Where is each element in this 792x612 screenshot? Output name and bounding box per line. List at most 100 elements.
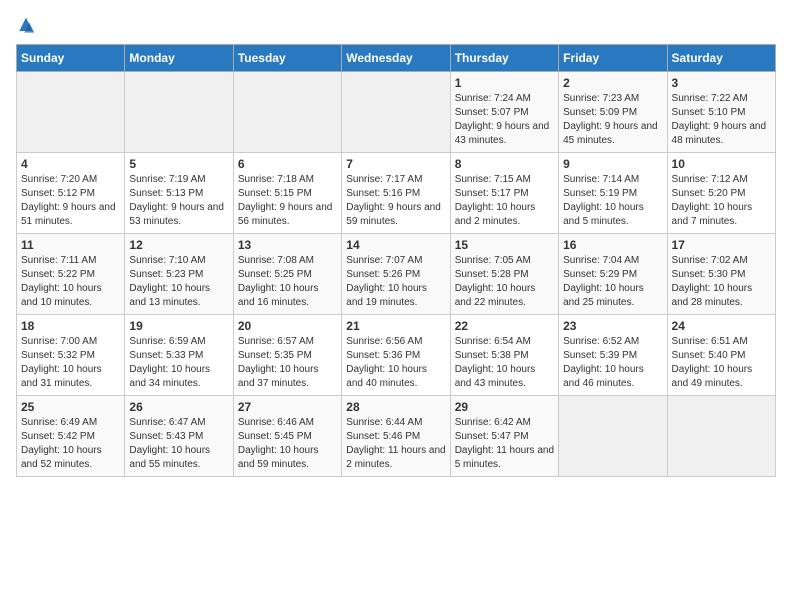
calendar-cell (17, 72, 125, 153)
calendar-week-row: 25 Sunrise: 6:49 AMSunset: 5:42 PMDayligh… (17, 396, 776, 477)
calendar-cell: 19 Sunrise: 6:59 AMSunset: 5:33 PMDayligh… (125, 315, 233, 396)
calendar-cell: 18 Sunrise: 7:00 AMSunset: 5:32 PMDayligh… (17, 315, 125, 396)
calendar-cell: 8 Sunrise: 7:15 AMSunset: 5:17 PMDaylight… (450, 153, 558, 234)
calendar-week-row: 1 Sunrise: 7:24 AMSunset: 5:07 PMDaylight… (17, 72, 776, 153)
day-number: 14 (346, 238, 445, 252)
day-number: 25 (21, 400, 120, 414)
calendar-cell: 17 Sunrise: 7:02 AMSunset: 5:30 PMDayligh… (667, 234, 775, 315)
day-info: Sunrise: 6:49 AMSunset: 5:42 PMDaylight:… (21, 416, 120, 472)
calendar-cell: 12 Sunrise: 7:10 AMSunset: 5:23 PMDayligh… (125, 234, 233, 315)
calendar-cell: 16 Sunrise: 7:04 AMSunset: 5:29 PMDayligh… (559, 234, 667, 315)
calendar-cell: 21 Sunrise: 6:56 AMSunset: 5:36 PMDayligh… (342, 315, 450, 396)
day-info: Sunrise: 7:10 AMSunset: 5:23 PMDaylight:… (129, 254, 228, 310)
day-number: 10 (672, 157, 771, 171)
day-number: 28 (346, 400, 445, 414)
weekday-header-friday: Friday (559, 45, 667, 72)
day-number: 22 (455, 319, 554, 333)
day-number: 16 (563, 238, 662, 252)
day-number: 2 (563, 76, 662, 90)
weekday-header-monday: Monday (125, 45, 233, 72)
weekday-header-thursday: Thursday (450, 45, 558, 72)
day-info: Sunrise: 6:51 AMSunset: 5:40 PMDaylight:… (672, 335, 771, 391)
general-blue-icon (16, 16, 36, 36)
day-number: 27 (238, 400, 337, 414)
calendar-cell: 27 Sunrise: 6:46 AMSunset: 5:45 PMDayligh… (233, 396, 341, 477)
day-info: Sunrise: 6:52 AMSunset: 5:39 PMDaylight:… (563, 335, 662, 391)
day-info: Sunrise: 7:18 AMSunset: 5:15 PMDaylight:… (238, 173, 337, 229)
calendar-cell: 28 Sunrise: 6:44 AMSunset: 5:46 PMDayligh… (342, 396, 450, 477)
day-info: Sunrise: 7:23 AMSunset: 5:09 PMDaylight:… (563, 92, 662, 148)
day-info: Sunrise: 7:05 AMSunset: 5:28 PMDaylight:… (455, 254, 554, 310)
day-info: Sunrise: 6:59 AMSunset: 5:33 PMDaylight:… (129, 335, 228, 391)
calendar-cell: 29 Sunrise: 6:42 AMSunset: 5:47 PMDayligh… (450, 396, 558, 477)
day-number: 20 (238, 319, 337, 333)
calendar-week-row: 4 Sunrise: 7:20 AMSunset: 5:12 PMDaylight… (17, 153, 776, 234)
calendar-cell: 13 Sunrise: 7:08 AMSunset: 5:25 PMDayligh… (233, 234, 341, 315)
day-number: 19 (129, 319, 228, 333)
day-number: 13 (238, 238, 337, 252)
calendar-cell: 24Sunrise: 6:51 AMSunset: 5:40 PMDayligh… (667, 315, 775, 396)
calendar-cell: 25 Sunrise: 6:49 AMSunset: 5:42 PMDayligh… (17, 396, 125, 477)
day-info: Sunrise: 6:42 AMSunset: 5:47 PMDaylight:… (455, 416, 554, 472)
calendar-cell: 26 Sunrise: 6:47 AMSunset: 5:43 PMDayligh… (125, 396, 233, 477)
calendar-cell (233, 72, 341, 153)
calendar-cell: 14 Sunrise: 7:07 AMSunset: 5:26 PMDayligh… (342, 234, 450, 315)
day-info: Sunrise: 7:24 AMSunset: 5:07 PMDaylight:… (455, 92, 554, 148)
calendar-cell (342, 72, 450, 153)
day-number: 4 (21, 157, 120, 171)
day-number: 12 (129, 238, 228, 252)
day-number: 3 (672, 76, 771, 90)
calendar-cell: 10Sunrise: 7:12 AMSunset: 5:20 PMDayligh… (667, 153, 775, 234)
day-info: Sunrise: 6:57 AMSunset: 5:35 PMDaylight:… (238, 335, 337, 391)
day-number: 11 (21, 238, 120, 252)
calendar-table: SundayMondayTuesdayWednesdayThursdayFrid… (16, 44, 776, 477)
calendar-cell: 4 Sunrise: 7:20 AMSunset: 5:12 PMDaylight… (17, 153, 125, 234)
calendar-cell: 7Sunrise: 7:17 AMSunset: 5:16 PMDaylight… (342, 153, 450, 234)
calendar-cell: 22 Sunrise: 6:54 AMSunset: 5:38 PMDayligh… (450, 315, 558, 396)
day-number: 1 (455, 76, 554, 90)
calendar-week-row: 11 Sunrise: 7:11 AMSunset: 5:22 PMDayligh… (17, 234, 776, 315)
weekday-header-saturday: Saturday (667, 45, 775, 72)
day-info: Sunrise: 7:17 AMSunset: 5:16 PMDaylight:… (346, 173, 445, 229)
logo (16, 16, 36, 36)
day-number: 18 (21, 319, 120, 333)
day-info: Sunrise: 6:46 AMSunset: 5:45 PMDaylight:… (238, 416, 337, 472)
day-number: 29 (455, 400, 554, 414)
weekday-header-wednesday: Wednesday (342, 45, 450, 72)
day-info: Sunrise: 7:15 AMSunset: 5:17 PMDaylight:… (455, 173, 554, 229)
day-info: Sunrise: 7:08 AMSunset: 5:25 PMDaylight:… (238, 254, 337, 310)
day-number: 17 (672, 238, 771, 252)
page-header (16, 16, 776, 36)
day-info: Sunrise: 7:07 AMSunset: 5:26 PMDaylight:… (346, 254, 445, 310)
day-number: 5 (129, 157, 228, 171)
calendar-cell (125, 72, 233, 153)
calendar-cell: 5 Sunrise: 7:19 AMSunset: 5:13 PMDaylight… (125, 153, 233, 234)
calendar-cell: 11 Sunrise: 7:11 AMSunset: 5:22 PMDayligh… (17, 234, 125, 315)
day-info: Sunrise: 7:11 AMSunset: 5:22 PMDaylight:… (21, 254, 120, 310)
calendar-cell: 2 Sunrise: 7:23 AMSunset: 5:09 PMDaylight… (559, 72, 667, 153)
day-number: 15 (455, 238, 554, 252)
day-info: Sunrise: 7:19 AMSunset: 5:13 PMDaylight:… (129, 173, 228, 229)
day-number: 9 (563, 157, 662, 171)
day-info: Sunrise: 6:44 AMSunset: 5:46 PMDaylight:… (346, 416, 445, 472)
day-info: Sunrise: 6:56 AMSunset: 5:36 PMDaylight:… (346, 335, 445, 391)
day-info: Sunrise: 6:54 AMSunset: 5:38 PMDaylight:… (455, 335, 554, 391)
day-number: 21 (346, 319, 445, 333)
day-info: Sunrise: 7:02 AMSunset: 5:30 PMDaylight:… (672, 254, 771, 310)
calendar-cell (667, 396, 775, 477)
day-number: 23 (563, 319, 662, 333)
calendar-week-row: 18 Sunrise: 7:00 AMSunset: 5:32 PMDayligh… (17, 315, 776, 396)
day-number: 8 (455, 157, 554, 171)
weekday-header-sunday: Sunday (17, 45, 125, 72)
day-info: Sunrise: 6:47 AMSunset: 5:43 PMDaylight:… (129, 416, 228, 472)
day-number: 6 (238, 157, 337, 171)
day-number: 26 (129, 400, 228, 414)
calendar-cell (559, 396, 667, 477)
day-info: Sunrise: 7:04 AMSunset: 5:29 PMDaylight:… (563, 254, 662, 310)
day-info: Sunrise: 7:20 AMSunset: 5:12 PMDaylight:… (21, 173, 120, 229)
calendar-cell: 23 Sunrise: 6:52 AMSunset: 5:39 PMDayligh… (559, 315, 667, 396)
weekday-header-tuesday: Tuesday (233, 45, 341, 72)
calendar-header-row: SundayMondayTuesdayWednesdayThursdayFrid… (17, 45, 776, 72)
day-info: Sunrise: 7:00 AMSunset: 5:32 PMDaylight:… (21, 335, 120, 391)
calendar-cell: 15 Sunrise: 7:05 AMSunset: 5:28 PMDayligh… (450, 234, 558, 315)
